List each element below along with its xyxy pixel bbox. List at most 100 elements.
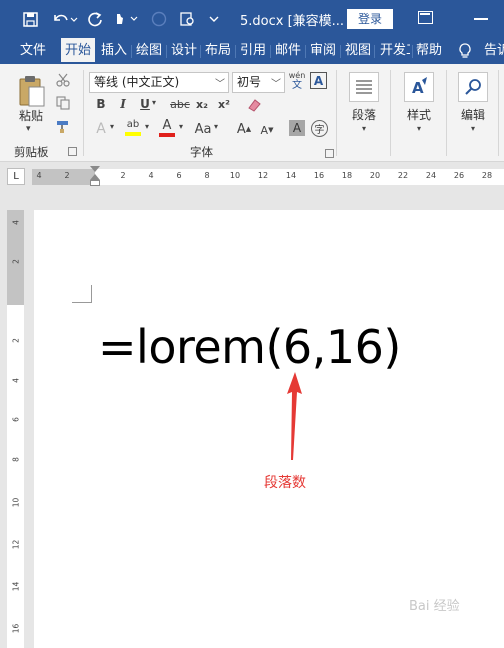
character-shading-button[interactable]: A: [289, 120, 305, 136]
strikethrough-button[interactable]: abc: [169, 96, 191, 112]
ruler-tick: 28: [481, 171, 493, 180]
vruler-tick: 16: [11, 623, 21, 634]
styles-icon[interactable]: A: [404, 72, 434, 102]
copy-icon[interactable]: [56, 95, 70, 114]
highlight-color-bar: [125, 132, 141, 136]
undo-icon[interactable]: [52, 9, 78, 29]
tab-developer[interactable]: 开发工: [380, 38, 410, 64]
font-color-dropdown-icon[interactable]: ▾: [179, 122, 183, 131]
clear-formatting-icon[interactable]: [246, 97, 262, 116]
styles-button[interactable]: 样式: [407, 106, 431, 123]
phonetic-guide-button[interactable]: wén 文: [289, 70, 306, 92]
font-family-select[interactable]: 等线 (中文正文) ﹀: [89, 72, 229, 93]
left-indent-marker[interactable]: [90, 180, 100, 186]
underline-dropdown-icon[interactable]: ▾: [152, 98, 156, 107]
first-line-indent-marker[interactable]: [90, 166, 100, 172]
tab-design[interactable]: 设计: [171, 38, 197, 64]
superscript-button[interactable]: x²: [216, 96, 232, 112]
redo-icon[interactable]: [86, 9, 104, 29]
ruler-tick: 8: [204, 171, 210, 180]
font-size-value: 初号: [237, 75, 262, 89]
vruler-tick: 8: [11, 457, 21, 462]
highlight-button[interactable]: ab: [124, 118, 142, 138]
tab-mailings[interactable]: 邮件: [275, 38, 301, 64]
shrink-font-button[interactable]: A ▼: [259, 122, 275, 138]
tab-references[interactable]: 引用: [240, 38, 266, 64]
tab-layout[interactable]: 布局: [205, 38, 231, 64]
paragraph-dropdown-icon[interactable]: ▾: [362, 124, 366, 133]
font-color-bar: [159, 132, 175, 137]
paste-button[interactable]: 粘贴: [19, 107, 43, 124]
lightbulb-icon[interactable]: [458, 43, 472, 64]
chevron-down-icon: ﹀: [215, 79, 225, 90]
font-color-button[interactable]: A: [158, 118, 176, 138]
grow-font-button[interactable]: A ▲: [236, 120, 252, 138]
document-page[interactable]: =lorem(6,16) 段落数 Bai 经验: [34, 210, 504, 648]
font-size-select[interactable]: 初号 ﹀: [232, 72, 285, 93]
tab-tell-me[interactable]: 告诉: [484, 38, 504, 64]
enclose-characters-button[interactable]: 字: [311, 120, 328, 137]
save-icon[interactable]: [20, 9, 40, 29]
editing-dropdown-icon[interactable]: ▾: [471, 124, 475, 133]
ruler-tick: 18: [341, 171, 353, 180]
ruler-tick: 4: [148, 171, 154, 180]
clipboard-group-label: 剪贴板: [14, 145, 49, 159]
tab-review[interactable]: 审阅: [310, 38, 336, 64]
tab-file[interactable]: 文件: [20, 38, 46, 64]
minimize-icon[interactable]: [474, 18, 488, 20]
word-window: 5.docx [兼容模... 登录 文件 开始 插入 绘图 设计 布局 引用 邮…: [0, 0, 504, 648]
print-preview-icon[interactable]: [176, 9, 198, 29]
margin-corner-mark: [72, 285, 92, 303]
subscript-button[interactable]: x₂: [194, 96, 210, 112]
login-button[interactable]: 登录: [347, 9, 393, 29]
vruler-tick: 2: [11, 259, 21, 264]
clipboard-launcher-icon[interactable]: [68, 147, 77, 156]
tab-draw[interactable]: 绘图: [136, 38, 162, 64]
touch-mode-icon[interactable]: [112, 9, 140, 29]
editing-button[interactable]: 编辑: [461, 106, 485, 123]
highlight-dropdown-icon[interactable]: ▾: [145, 122, 149, 131]
ruler-tick: 2: [64, 171, 70, 180]
underline-button[interactable]: U: [139, 96, 151, 112]
font-launcher-icon[interactable]: [325, 149, 334, 158]
text-effects-dropdown-icon[interactable]: ▾: [110, 122, 114, 131]
paragraph-button[interactable]: 段落: [352, 106, 376, 123]
paste-dropdown-icon[interactable]: ▾: [26, 124, 31, 134]
shrink-font-letter: A: [260, 123, 269, 137]
character-border-button[interactable]: A: [310, 72, 327, 89]
horizontal-ruler[interactable]: 4 2 2 4 6 8 10 12 14 16 18 20 22 24 26 2…: [32, 169, 504, 185]
title-bar: 5.docx [兼容模... 登录: [0, 0, 504, 38]
text-effects-button[interactable]: A: [94, 120, 108, 138]
tab-insert[interactable]: 插入: [101, 38, 127, 64]
shrink-arrow-icon: ▼: [268, 126, 274, 134]
tab-home[interactable]: 开始: [61, 38, 96, 64]
vertical-ruler[interactable]: 4 2 2 4 6 8 10 12 14 16: [7, 210, 24, 648]
customize-qat-icon[interactable]: [206, 9, 222, 29]
format-painter-icon[interactable]: [56, 119, 72, 138]
ruler-tick: 6: [176, 171, 182, 180]
phonetic-guide-char: 文: [292, 80, 302, 91]
ribbon-display-options-icon[interactable]: [418, 11, 433, 24]
ruler-tick: 14: [285, 171, 297, 180]
ruler-tick: 10: [229, 171, 241, 180]
styles-dropdown-icon[interactable]: ▾: [417, 124, 421, 133]
document-text[interactable]: =lorem(6,16): [98, 320, 401, 374]
tab-selector[interactable]: L: [7, 168, 25, 185]
ribbon-tabs: 文件 开始 插入 绘图 设计 布局 引用 邮件 审阅 视图 开发工 帮助 告诉: [0, 38, 504, 64]
chevron-down-icon: ﹀: [271, 79, 281, 90]
change-case-dropdown-icon[interactable]: ▾: [214, 122, 218, 131]
change-case-button[interactable]: Aa: [192, 120, 214, 138]
horizontal-ruler-bar: L 4 2 2 4 6 8 10 12 14 16 18 20 22 24 26…: [0, 162, 504, 192]
search-icon[interactable]: [458, 72, 488, 102]
italic-button[interactable]: I: [117, 96, 129, 112]
cut-icon[interactable]: [56, 72, 70, 91]
ruler-tick: 4: [36, 171, 42, 180]
paragraph-icon[interactable]: [349, 72, 379, 102]
tab-view[interactable]: 视图: [345, 38, 371, 64]
highlight-letter: ab: [126, 119, 140, 130]
document-title: 5.docx [兼容模...: [240, 14, 345, 29]
bold-button[interactable]: B: [95, 96, 107, 112]
vruler-tick: 4: [11, 378, 21, 383]
circle-icon[interactable]: [150, 9, 168, 29]
tab-help[interactable]: 帮助: [416, 38, 442, 64]
